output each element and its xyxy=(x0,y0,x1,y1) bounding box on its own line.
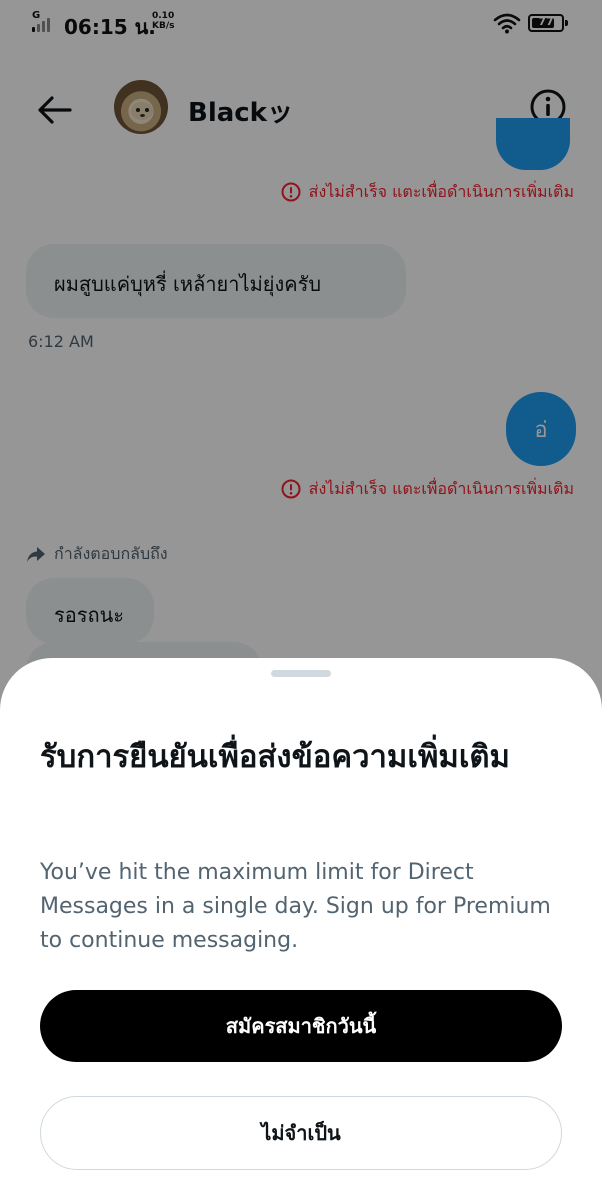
premium-limit-sheet: รับการยืนยันเพื่อส่งข้อความเพิ่มเติม You… xyxy=(0,658,602,1200)
sheet-title: รับการยืนยันเพื่อส่งข้อความเพิ่มเติม xyxy=(40,739,510,775)
dm-conversation-screen: G 06:15 น. 0.10 KB/s 77 Blackッ ส่งไม่สำเ… xyxy=(0,0,602,1200)
subscribe-button-label: สมัครสมาชิกวันนี้ xyxy=(225,1014,377,1038)
not-now-button-label: ไม่จำเป็น xyxy=(261,1121,341,1145)
subscribe-button[interactable]: สมัครสมาชิกวันนี้ xyxy=(40,990,562,1062)
not-now-button[interactable]: ไม่จำเป็น xyxy=(40,1096,562,1170)
sheet-drag-handle[interactable] xyxy=(271,670,331,677)
sheet-description: You’ve hit the maximum limit for Direct … xyxy=(40,860,551,953)
